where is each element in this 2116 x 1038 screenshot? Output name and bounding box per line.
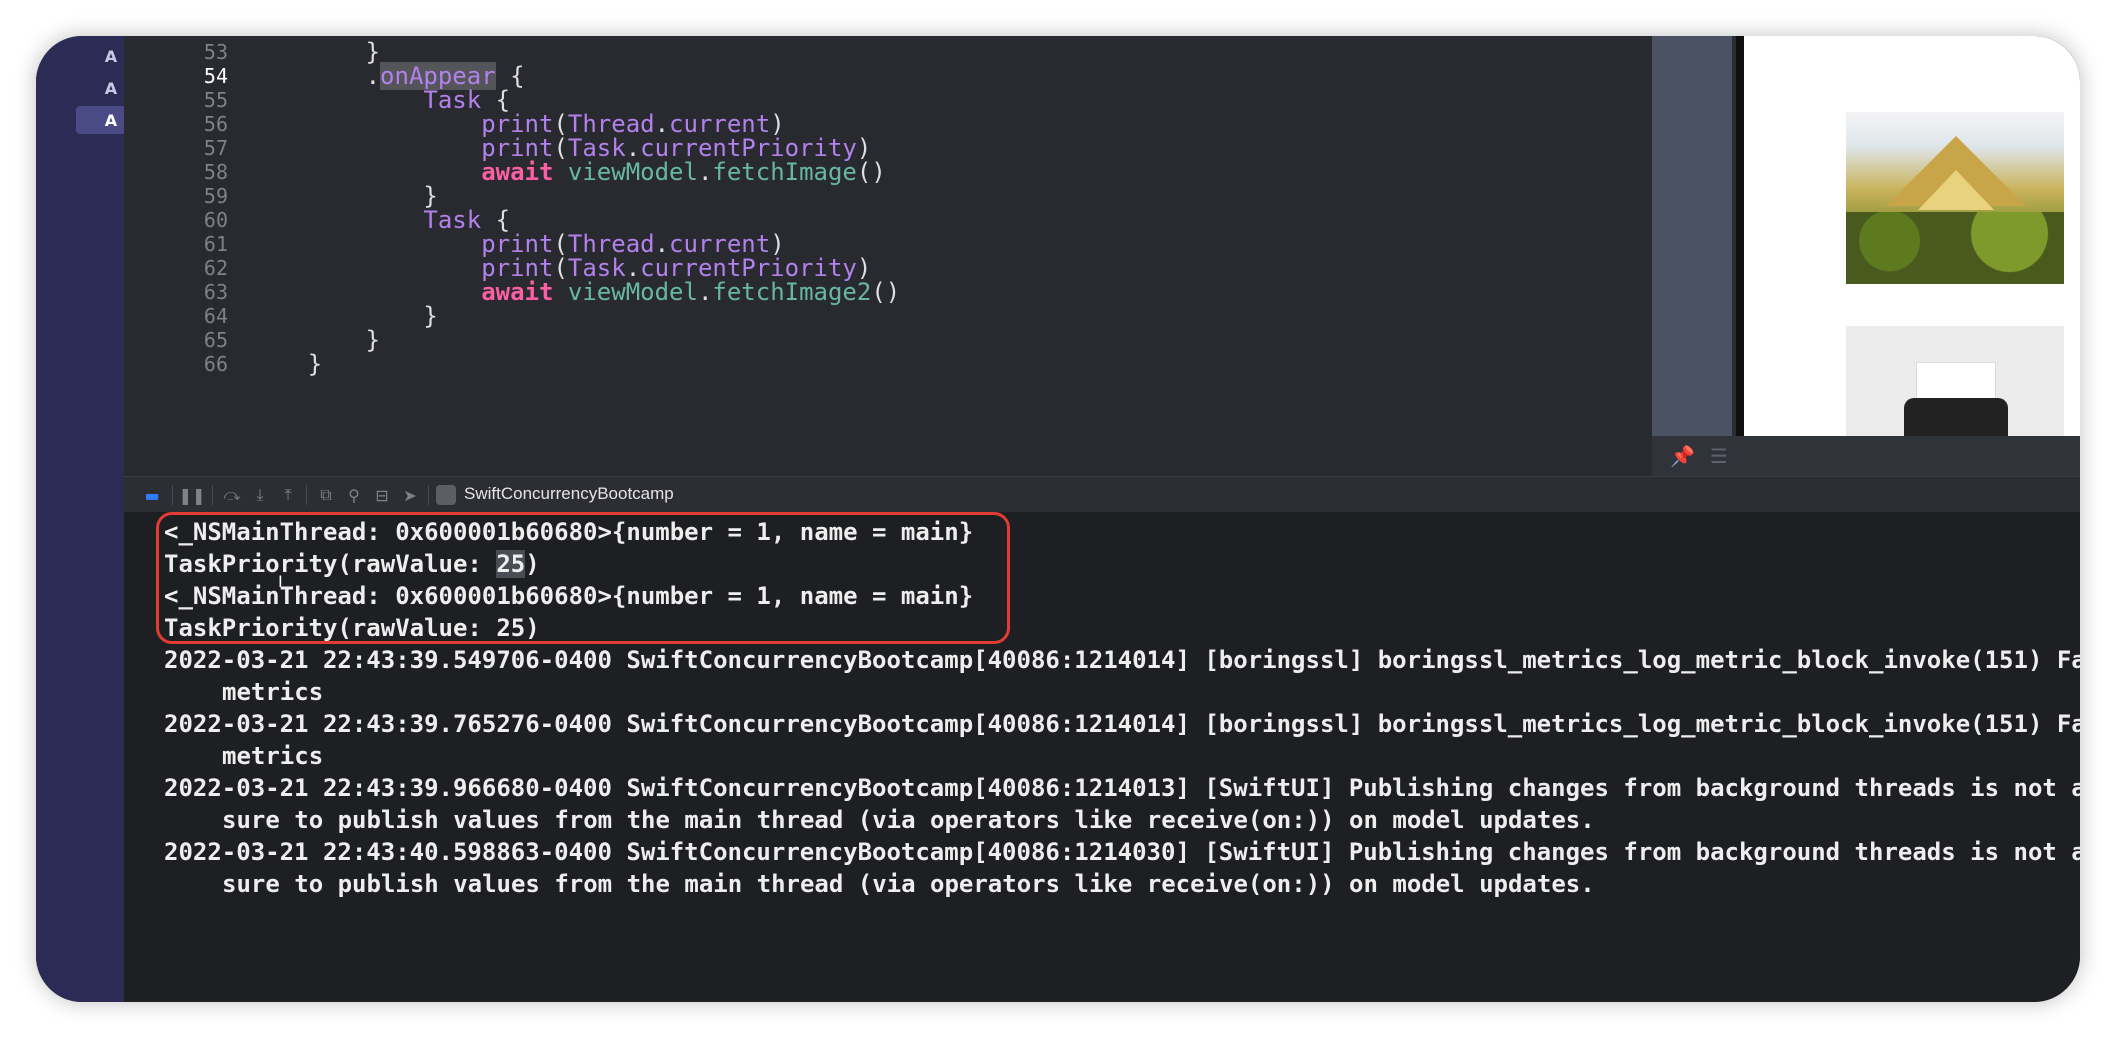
step-over-icon[interactable]: ⤼	[220, 485, 244, 505]
console-line: TaskPriority(rawValue: 25)	[164, 614, 540, 642]
scheme-label[interactable]: SwiftConcurrencyBootcamp	[464, 484, 674, 504]
preview-image-typewriter	[1846, 326, 2064, 436]
console-line: sure to publish values from the main thr…	[222, 806, 1595, 834]
console-line: TaskPriority(rawValue: 25)	[164, 550, 540, 578]
toolbar-divider	[428, 485, 429, 505]
toolbar-divider	[212, 485, 213, 505]
console-line: metrics	[222, 678, 324, 706]
console-line: metrics	[222, 742, 324, 770]
list-icon[interactable]: ☰	[1710, 444, 1734, 468]
pin-icon[interactable]: 📌	[1670, 444, 1695, 468]
console-line: <_NSMainThread: 0x600001b60680>{number =…	[164, 518, 974, 546]
line-number: 66	[203, 352, 228, 376]
typewriter-shape	[1904, 398, 2008, 436]
trees-shape	[1846, 212, 2064, 284]
preview-image-house	[1846, 112, 2064, 284]
code-editor[interactable]: 53 } 54 .onAppear { 55 Task { 56 print(T…	[124, 36, 1652, 476]
code-text: }	[250, 350, 323, 378]
text-cursor-icon: I	[278, 572, 283, 591]
canvas-preview: 📌 ☰	[1652, 36, 2080, 476]
code-line: 66 }	[124, 348, 1652, 380]
console-line: 2022-03-21 22:43:39.765276-0400 SwiftCon…	[164, 710, 2080, 738]
toggle-console-icon[interactable]: ▬	[140, 485, 164, 505]
sidebar-item-label: A	[104, 110, 118, 130]
simulate-location-icon[interactable]: ➤	[398, 485, 422, 505]
issue-navigator-sidebar: A A A	[36, 36, 146, 1002]
preview-device-bezel	[1736, 36, 1744, 436]
sidebar-item-label: A	[104, 46, 118, 66]
debug-toolbar: ▬ ❚❚ ⤼ ⤓ ⤒ ⧉ ⚲ ⊟ ➤ SwiftConcurrencyBootc…	[124, 476, 2080, 513]
console-line: 2022-03-21 22:43:39.966680-0400 SwiftCon…	[164, 774, 2080, 802]
toolbar-divider	[172, 485, 173, 505]
xcode-window: A A A 53 } 54 .onAppear { 55 Task { 56 p…	[36, 36, 2080, 1002]
view-hierarchy-icon[interactable]: ⧉	[314, 485, 338, 505]
sidebar-item-label: A	[104, 78, 118, 98]
app-scheme-icon	[436, 485, 456, 505]
memory-graph-icon[interactable]: ⚲	[342, 485, 366, 505]
step-out-icon[interactable]: ⤒	[276, 485, 300, 505]
debug-console[interactable]: <_NSMainThread: 0x600001b60680>{number =…	[124, 512, 2080, 1002]
pause-icon[interactable]: ❚❚	[179, 485, 206, 505]
console-line: sure to publish values from the main thr…	[222, 870, 1595, 898]
step-into-icon[interactable]: ⤓	[248, 485, 272, 505]
environment-overrides-icon[interactable]: ⊟	[370, 485, 394, 505]
console-line: 2022-03-21 22:43:40.598863-0400 SwiftCon…	[164, 838, 2080, 866]
console-line: 2022-03-21 22:43:39.549706-0400 SwiftCon…	[164, 646, 2080, 674]
house-roof-inner-shape	[1918, 170, 1994, 210]
toolbar-divider	[306, 485, 307, 505]
